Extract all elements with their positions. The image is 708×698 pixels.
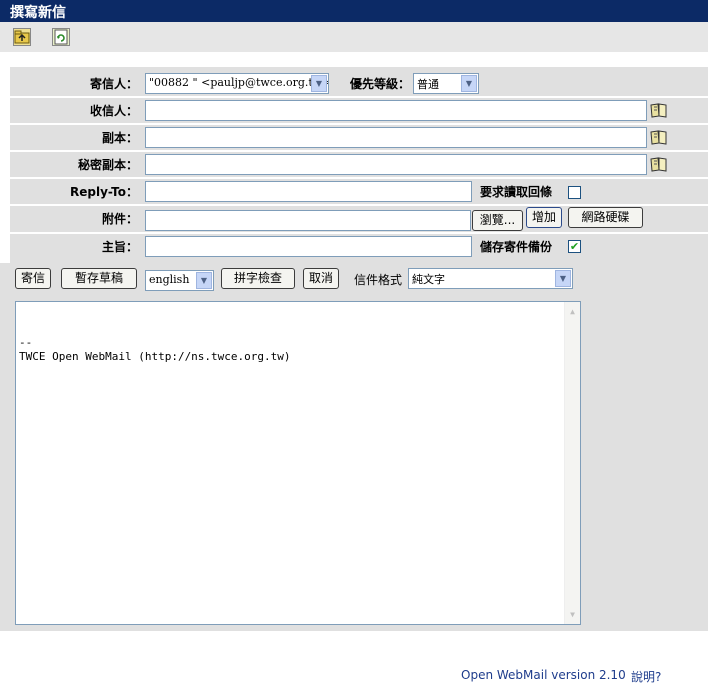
row-divider [10,150,708,152]
refresh-icon[interactable] [52,28,70,46]
address-book-icon[interactable] [650,129,668,145]
priority-value: 普通 [417,78,439,91]
message-body[interactable]: -- TWCE Open WebMail (http://ns.twce.org… [15,301,581,625]
cc-label: 副本： [101,131,138,145]
subject-label: 主旨： [101,240,138,254]
save-draft-button[interactable]: 暫存草稿 [61,268,137,289]
version-link[interactable]: Open WebMail version 2.10 [461,668,626,682]
row-divider [10,177,708,179]
savecopy-label: 儲存寄件備份 [480,240,553,254]
format-value: 純文字 [412,273,445,286]
row-divider [10,204,708,206]
priority-label: 優先等級： [349,77,410,91]
bcc-label: 秘密副本： [77,158,138,172]
replyto-input[interactable] [145,181,472,202]
help-link[interactable]: 說明? [631,668,661,685]
spellcheck-button[interactable]: 拼字檢查 [221,268,295,289]
row-divider [10,232,708,234]
to-input[interactable] [145,100,647,121]
address-book-icon[interactable] [650,102,668,118]
chevron-down-icon: ▼ [461,75,477,92]
row-divider [10,96,708,98]
receipt-checkbox[interactable] [568,186,581,199]
attach-label: 附件： [101,212,138,226]
attach-input[interactable] [145,210,471,231]
message-text: -- TWCE Open WebMail (http://ns.twce.org… [19,336,291,363]
webdisk-button[interactable]: 網路硬碟 [568,207,643,228]
savecopy-checkbox[interactable]: ✔ [568,240,581,253]
browse-button[interactable]: 瀏覽... [472,210,523,231]
row-divider [10,123,708,125]
add-attachment-button[interactable]: 增加 [526,207,562,228]
toolbar [0,22,708,52]
dictionary-select[interactable]: english ▼ [145,270,214,291]
receipt-label: 要求讀取回條 [480,185,553,199]
send-button[interactable]: 寄信 [15,268,51,289]
folder-up-icon[interactable] [13,28,31,46]
format-label: 信件格式 [354,273,403,287]
chevron-down-icon: ▼ [555,270,571,287]
page-title: 撰寫新信 [0,0,708,22]
scroll-up-icon[interactable]: ▲ [565,304,580,320]
priority-select[interactable]: 普通 ▼ [413,73,479,94]
replyto-label: Reply-To： [70,185,138,199]
chevron-down-icon: ▼ [196,272,212,289]
cc-input[interactable] [145,127,647,148]
to-label: 收信人： [89,104,138,118]
subject-input[interactable] [145,236,472,257]
scroll-down-icon[interactable]: ▼ [565,607,580,623]
bcc-input[interactable] [145,154,647,175]
format-select[interactable]: 純文字 ▼ [408,268,573,289]
cancel-button[interactable]: 取消 [303,268,339,289]
scrollbar[interactable]: ▲ ▼ [564,302,580,624]
from-label: 寄信人： [89,77,138,91]
dictionary-value: english [149,273,190,286]
address-book-icon[interactable] [650,156,668,172]
